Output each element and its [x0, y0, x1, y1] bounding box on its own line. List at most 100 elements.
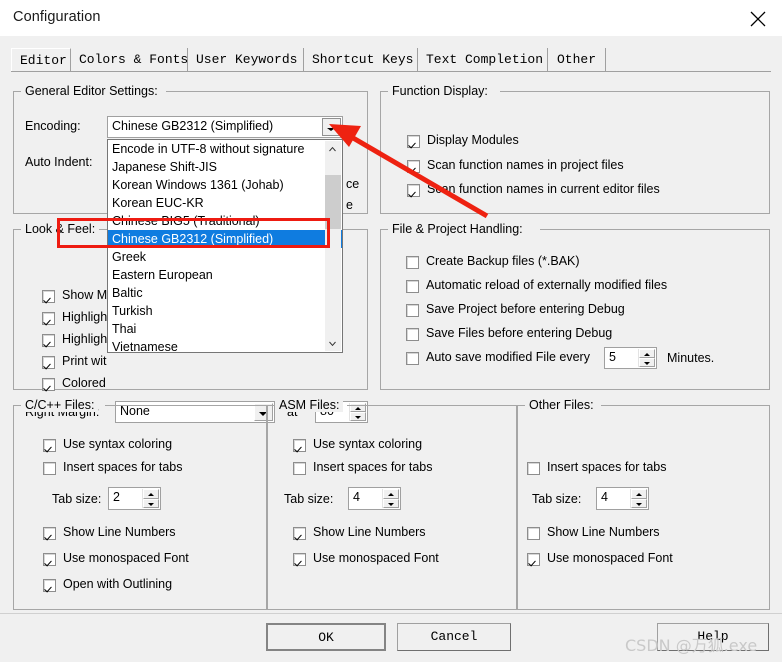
help-button[interactable]: Help [657, 623, 769, 651]
dropdown-item[interactable]: Baltic [108, 284, 342, 302]
encoding-combobox-toggle[interactable] [322, 118, 341, 136]
checkbox-box [42, 356, 55, 369]
checkbox-label: Colored [62, 376, 106, 390]
checkbox-box [293, 439, 306, 452]
checkbox-box [43, 579, 56, 592]
spinner-up-button[interactable] [143, 489, 159, 499]
checkbox-box [406, 304, 419, 317]
checkbox-box [527, 462, 540, 475]
checkbox-label: Show Line Numbers [63, 525, 176, 539]
triangle-down-icon [644, 362, 650, 365]
dropdown-item[interactable]: Korean EUC-KR [108, 194, 342, 212]
scrollbar-thumb[interactable] [325, 175, 341, 229]
close-button[interactable] [734, 0, 782, 36]
checkbox-box [406, 328, 419, 341]
dropdown-item[interactable]: Japanese Shift-JIS [108, 158, 342, 176]
other-tab-size-label: Tab size: [532, 492, 582, 506]
dropdown-scrollbar[interactable] [325, 141, 341, 351]
spinner-up-button[interactable] [383, 489, 399, 499]
scrollbar-down-button[interactable] [325, 335, 341, 351]
chevron-down-icon [329, 341, 336, 347]
checkbox-box [42, 290, 55, 303]
auto-save-minutes-spinner[interactable]: 5 [604, 347, 657, 369]
scrollbar-up-button[interactable] [325, 141, 341, 157]
checkbox-label: Print wit [62, 354, 107, 368]
triangle-down-icon [636, 502, 642, 506]
spinner-down-button[interactable] [143, 498, 159, 508]
checkbox-box [406, 352, 419, 365]
checkbox-label: Insert spaces for tabs [63, 460, 183, 474]
checkbox-box [43, 553, 56, 566]
triangle-up-icon [388, 493, 394, 496]
dropdown-item[interactable]: Turkish [108, 302, 342, 320]
triangle-down-icon [148, 502, 154, 506]
spinner-down-button[interactable] [383, 498, 399, 508]
checkbox-box [527, 527, 540, 540]
other-tab-size-value: 4 [601, 490, 608, 504]
triangle-up-icon [148, 493, 154, 496]
asm-tab-size-spinner[interactable]: 4 [348, 487, 401, 510]
checkbox-box [43, 462, 56, 475]
checkbox-box [293, 527, 306, 540]
dropdown-item[interactable]: Korean Windows 1361 (Johab) [108, 176, 342, 194]
spinner-buttons [142, 489, 159, 508]
checkbox-label: Automatic reload of externally modified … [426, 278, 668, 292]
window-title: Configuration [13, 9, 101, 25]
checkbox-label: Scan function names in project files [427, 158, 624, 172]
encoding-label: Encoding: [25, 119, 81, 133]
tab-text-completion[interactable]: Text Completion [418, 48, 548, 71]
configuration-dialog: Configuration Editor Colors & Fonts User… [0, 0, 782, 662]
checkbox-label: Use monospaced Font [63, 551, 189, 565]
dropdown-item-selected[interactable]: Chinese GB2312 (Simplified) [108, 230, 342, 248]
checkbox-label: Display Modules [427, 133, 519, 147]
tab-colors-fonts[interactable]: Colors & Fonts [71, 48, 188, 71]
cancel-button[interactable]: Cancel [397, 623, 511, 651]
other-tab-size-spinner[interactable]: 4 [596, 487, 649, 510]
checkbox-label: Scan function names in current editor fi… [427, 182, 660, 196]
dropdown-item[interactable]: Vietnamese [108, 338, 342, 352]
asm-files-title: ASM Files: [275, 398, 344, 412]
triangle-up-icon [644, 353, 650, 356]
asm-tab-size-value: 4 [353, 490, 360, 504]
checkbox-label: Save Project before entering Debug [426, 302, 625, 316]
tab-user-keywords[interactable]: User Keywords [188, 48, 304, 71]
checkbox-label: Show M [62, 288, 108, 302]
ok-button[interactable]: OK [266, 623, 386, 651]
tab-editor[interactable]: Editor [11, 48, 71, 71]
ccpp-tab-size-label: Tab size: [52, 492, 102, 506]
checkbox-box [293, 553, 306, 566]
spinner-down-button[interactable] [639, 358, 655, 367]
dropdown-item[interactable]: Encode in UTF-8 without signature [108, 140, 342, 158]
checkbox-box [407, 135, 420, 148]
checkbox-label: Save Files before entering Debug [426, 326, 613, 340]
tab-shortcut-keys[interactable]: Shortcut Keys [304, 48, 418, 71]
checkbox-box [42, 334, 55, 347]
c-cpp-files-title: C/C++ Files: [21, 398, 99, 412]
tab-strip-selected-notch [11, 72, 71, 73]
checkbox-label: Insert spaces for tabs [547, 460, 667, 474]
general-editor-settings-title: General Editor Settings: [21, 84, 162, 98]
checkbox-box [527, 553, 540, 566]
spinner-down-button[interactable] [631, 498, 647, 508]
encoding-dropdown-list[interactable]: Encode in UTF-8 without signature Japane… [107, 139, 343, 353]
dropdown-item[interactable]: Greek [108, 248, 342, 266]
auto-indent-label: Auto Indent: [25, 155, 93, 169]
dropdown-item[interactable]: Thai [108, 320, 342, 338]
dropdown-item[interactable]: Chinese BIG5 (Traditional) [108, 212, 342, 230]
checkbox-box [407, 160, 420, 173]
checkbox-label: Open with Outlining [63, 577, 173, 591]
chevron-down-icon [327, 128, 335, 131]
ccpp-tab-size-spinner[interactable]: 2 [108, 487, 161, 510]
checkbox-label: Use syntax coloring [63, 437, 173, 451]
tab-other[interactable]: Other [548, 48, 606, 71]
checkbox-box [42, 378, 55, 391]
tab-strip-underline [11, 71, 771, 72]
auto-indent-value-tail-1: ce [346, 177, 360, 191]
encoding-combobox[interactable]: Chinese GB2312 (Simplified) [107, 116, 343, 138]
spinner-up-button[interactable] [631, 489, 647, 499]
checkbox-label: Show Line Numbers [547, 525, 660, 539]
spinner-up-button[interactable] [639, 349, 655, 358]
dropdown-item[interactable]: Eastern European [108, 266, 342, 284]
triangle-up-icon [636, 493, 642, 496]
chevron-up-icon [329, 146, 336, 152]
